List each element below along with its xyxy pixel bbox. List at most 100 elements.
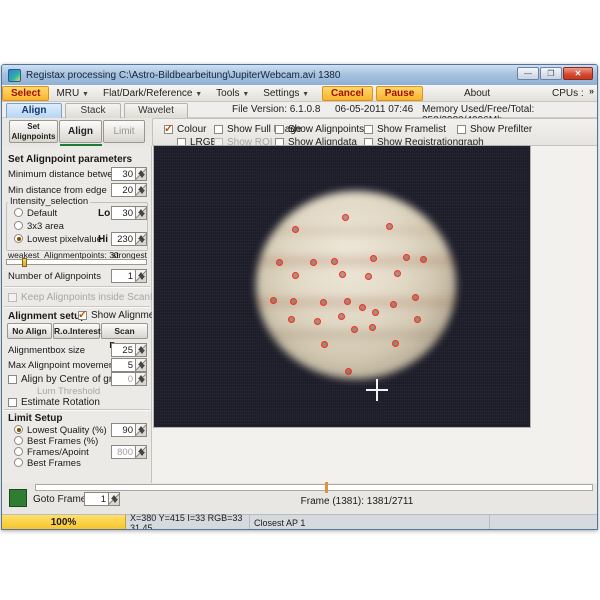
frames-apoint-stepper[interactable]: 800	[111, 445, 147, 459]
radio-best-frames-pct[interactable]: Best Frames (%)	[14, 436, 98, 447]
cancel-button[interactable]: Cancel	[322, 86, 373, 101]
radio-icon	[14, 221, 23, 230]
spinner-arrows-icon[interactable]	[135, 445, 147, 459]
spinner-arrows-icon[interactable]	[135, 206, 147, 220]
roi-button[interactable]: R.o.Interest	[53, 323, 100, 339]
limit-button[interactable]: Limit	[103, 120, 145, 143]
menu-overflow-icon[interactable]: »	[589, 86, 594, 96]
centre-gravity-stepper[interactable]: 0	[111, 372, 147, 386]
crosshair-cursor	[376, 379, 378, 401]
set-alignpoints-button[interactable]: Set Alignpoints	[9, 120, 58, 143]
tab-wavelet[interactable]: Wavelet	[124, 103, 188, 118]
checkbox-icon	[275, 125, 284, 134]
registax-window: Registax processing C:\Astro-Bildbearbei…	[1, 64, 598, 530]
menu-tools[interactable]: Tools ▼	[209, 87, 256, 100]
alignpoint-marker	[270, 297, 277, 304]
scan-frames-button[interactable]: Scan Frames	[101, 323, 148, 339]
view-option-label: Colour	[177, 124, 206, 135]
lo-stepper[interactable]: 30	[111, 206, 147, 220]
jupiter-image[interactable]	[154, 146, 530, 427]
view-option-show-alignpoints[interactable]: Show Alignpoints	[275, 124, 364, 135]
slider-thumb[interactable]	[22, 258, 27, 267]
min-edge-stepper[interactable]: 20	[111, 183, 147, 197]
menu-settings[interactable]: Settings ▼	[256, 87, 316, 100]
tab-stack[interactable]: Stack	[65, 103, 121, 118]
view-option-show-framelist[interactable]: Show Framelist	[364, 124, 446, 135]
num-alignpoints-stepper[interactable]: 1	[111, 269, 147, 283]
cursor-coords-label: X=380 Y=415 I=33 RGB=33 31 45	[126, 515, 250, 530]
image-container	[152, 146, 598, 483]
spinner-arrows-icon[interactable]	[135, 372, 147, 386]
radio-best-frames[interactable]: Best Frames	[14, 458, 81, 469]
alignpoint-marker	[351, 326, 358, 333]
view-option-colour[interactable]: Colour	[164, 124, 206, 135]
menu-mru[interactable]: MRU ▼	[49, 87, 96, 100]
checkbox-icon	[8, 375, 17, 384]
alignmentbox-size-stepper[interactable]: 25	[111, 343, 147, 357]
hi-stepper[interactable]: 230	[111, 232, 147, 246]
status-spacer	[490, 515, 598, 530]
max-movement-stepper[interactable]: 5	[111, 358, 147, 372]
alignpoint-marker	[290, 298, 297, 305]
spinner-arrows-icon[interactable]	[135, 269, 147, 283]
close-button[interactable]: ✕	[563, 67, 593, 80]
limit-setup-header: Limit Setup	[8, 413, 62, 424]
menu-flat-dark-reference[interactable]: Flat/Dark/Reference ▼	[96, 87, 209, 100]
alignpoint-marker	[320, 299, 327, 306]
alignpoint-marker	[321, 341, 328, 348]
show-alignment-checkbox[interactable]: Show Alignment	[78, 310, 163, 321]
view-option-show-prefilter[interactable]: Show Prefilter	[457, 124, 532, 135]
no-align-button[interactable]: No Align	[7, 323, 52, 339]
spinner-arrows-icon[interactable]	[135, 343, 147, 357]
alignpoint-marker	[370, 255, 377, 262]
spinner-arrows-icon[interactable]	[135, 358, 147, 372]
spinner-arrows-icon[interactable]	[108, 492, 120, 506]
menu-bar: Select MRU ▼ Flat/Dark/Reference ▼ Tools…	[2, 85, 597, 102]
radio-default[interactable]: Default	[14, 208, 57, 219]
minimize-button[interactable]: —	[517, 67, 539, 80]
min-distance-stepper[interactable]: 30	[111, 167, 147, 181]
spinner-arrows-icon[interactable]	[135, 167, 147, 181]
radio-icon	[14, 208, 23, 217]
screen: Registax processing C:\Astro-Bildbearbei…	[0, 0, 600, 600]
lowest-quality-stepper[interactable]: 90	[111, 423, 147, 437]
cpus-label: CPUs :	[545, 87, 591, 100]
radio-frames-apoint[interactable]: Frames/Apoint	[14, 447, 89, 458]
goto-frame-stepper[interactable]: 1	[84, 492, 120, 506]
alignpoint-marker	[372, 309, 379, 316]
alignpoint-marker	[314, 318, 321, 325]
alignpoint-marker	[292, 226, 299, 233]
checkbox-icon	[214, 125, 223, 134]
radio-3x3-area[interactable]: 3x3 area	[14, 221, 64, 232]
alignpoint-marker	[412, 294, 419, 301]
intensity-slider[interactable]	[6, 259, 147, 265]
title-bar: Registax processing C:\Astro-Bildbearbei…	[2, 65, 597, 85]
estimate-rotation-checkbox[interactable]: Estimate Rotation	[8, 397, 100, 408]
datetime-label: 06-05-2011 07:46	[335, 104, 413, 115]
menu-select[interactable]: Select	[2, 86, 49, 101]
frame-counter-label: Frame (1381): 1381/2711	[252, 496, 462, 507]
spinner-arrows-icon[interactable]	[135, 232, 147, 246]
alignpoint-marker	[394, 270, 401, 277]
restore-button[interactable]: ❐	[540, 67, 562, 80]
lum-threshold-label: Lum Threshold	[37, 386, 100, 397]
pause-button[interactable]: Pause	[376, 86, 423, 101]
checkbox-checked-icon	[78, 311, 87, 320]
radio-lowest-quality[interactable]: Lowest Quality (%)	[14, 425, 107, 436]
chevron-down-icon: ▼	[195, 91, 202, 98]
alignpoint-parameters-panel: Set Alignpoint parameters Minimum distan…	[2, 146, 152, 483]
menu-about[interactable]: About	[457, 87, 497, 100]
spinner-arrows-icon[interactable]	[135, 183, 147, 197]
view-options-panel: ColourShow Full ImageShow AlignpointsSho…	[152, 118, 598, 146]
alignpoint-marker	[390, 301, 397, 308]
alignpoint-marker	[369, 324, 376, 331]
alignpoint-marker	[420, 256, 427, 263]
spinner-arrows-icon[interactable]	[135, 423, 147, 437]
radio-lowest-pixelvalue[interactable]: Lowest pixelvalue	[14, 234, 102, 245]
lo-label: Lo	[98, 208, 110, 219]
toolbar: Set Alignpoints Align Limit ColourShow F…	[2, 118, 597, 146]
status-bar: 100% X=380 Y=415 I=33 RGB=33 31 45 Close…	[2, 514, 597, 530]
tab-align[interactable]: Align	[6, 103, 62, 118]
alignpoint-marker	[342, 214, 349, 221]
align-button[interactable]: Align	[59, 120, 102, 143]
